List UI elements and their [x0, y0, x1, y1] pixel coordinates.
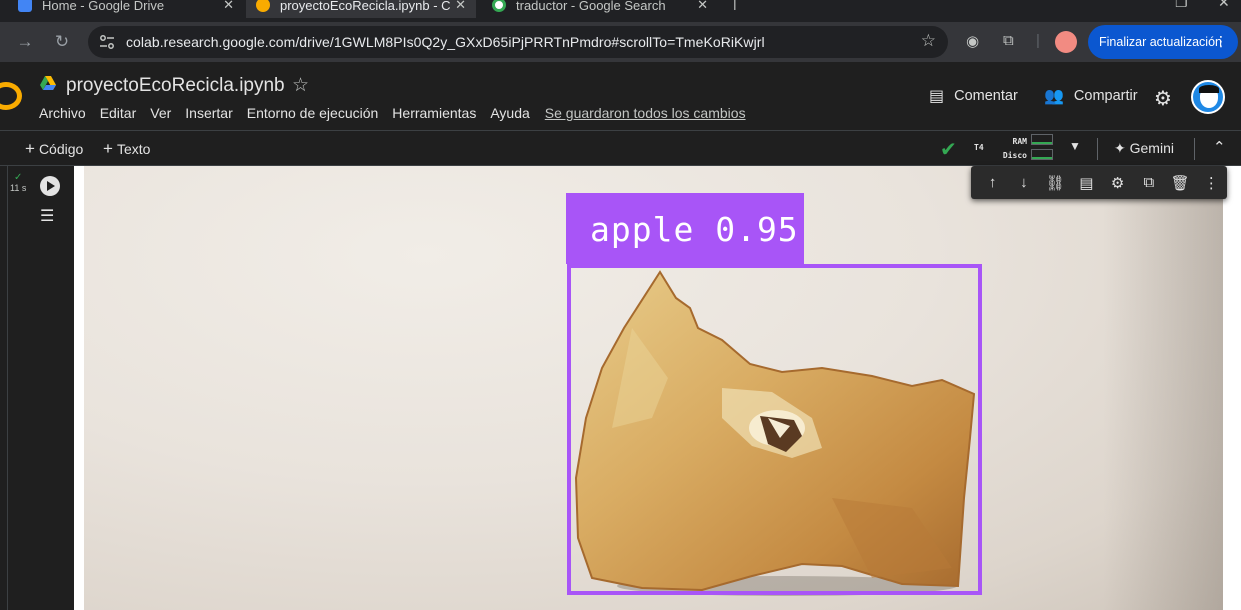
tab-google-drive[interactable]: Home - Google Drive ✕	[8, 0, 244, 18]
runtime-type[interactable]: T4	[974, 143, 984, 152]
tab-colab[interactable]: proyectoEcoRecicla.ipynb - Colab ✕	[246, 0, 476, 18]
ram-label: RAM	[1012, 137, 1027, 146]
add-text-button[interactable]: + Texto	[103, 139, 150, 159]
colab-favicon-icon	[256, 0, 270, 12]
browser-tab-strip: Home - Google Drive ✕ proyectoEcoRecicla…	[0, 0, 1241, 22]
google-favicon-icon	[492, 0, 506, 12]
bookmark-star-icon[interactable]: ☆	[921, 31, 936, 51]
notebook-title[interactable]: proyectoEcoRecicla.ipynb	[66, 75, 285, 97]
delete-cell-icon[interactable]: 🗑	[1165, 166, 1196, 199]
profile-avatar[interactable]	[1055, 31, 1077, 53]
close-tab-icon[interactable]: ✕	[455, 0, 466, 13]
browser-toolbar: → ↻ colab.research.google.com/drive/1GWL…	[0, 22, 1241, 62]
detection-label: apple 0.95	[590, 210, 799, 249]
forward-icon[interactable]: →	[14, 31, 36, 53]
left-gutter	[0, 166, 8, 610]
cell-status: ✓ 11 s	[10, 172, 27, 194]
menu-ayuda[interactable]: Ayuda	[490, 105, 529, 121]
move-cell-up-icon[interactable]: ↑	[977, 166, 1008, 199]
plus-icon: +	[25, 139, 35, 158]
run-cell-button[interactable]	[40, 176, 60, 196]
extensions-puzzle-icon[interactable]: ⧉	[1003, 32, 1014, 49]
cell-gutter	[8, 166, 74, 610]
settings-gear-icon[interactable]: ⚙	[1154, 86, 1172, 111]
gemini-button[interactable]: ✦ Gemini	[1114, 140, 1174, 157]
toolbar-divider	[1097, 138, 1098, 160]
add-code-button[interactable]: + Código	[25, 139, 83, 159]
add-comment-icon[interactable]: ▤	[1071, 166, 1102, 199]
notebook-toolbar: + Código + Texto ✔ T4 RAM Disco ▼ ✦ Gemi…	[0, 130, 1241, 166]
saved-status-link[interactable]: Se guardaron todos los cambios	[545, 105, 746, 121]
cell-success-icon: ✓	[13, 172, 23, 183]
resource-labels[interactable]: RAM Disco	[996, 135, 1027, 163]
photo-shadow	[1103, 166, 1223, 610]
add-code-label: Código	[38, 141, 84, 157]
avatar-hat	[1199, 85, 1219, 93]
site-settings-icon[interactable]	[96, 31, 118, 53]
share-button[interactable]: 👥 Compartir	[1044, 86, 1138, 106]
detection-bounding-box	[567, 264, 982, 595]
new-tab-icon[interactable]: |	[733, 0, 737, 10]
cell-settings-gear-icon[interactable]: ⚙	[1102, 166, 1133, 199]
ram-fill	[1032, 142, 1052, 144]
runtime-dropdown-icon[interactable]: ▼	[1069, 139, 1081, 153]
update-button-label: Finalizar actualización	[1099, 35, 1222, 49]
toolbar-divider	[1194, 138, 1195, 160]
url-text: colab.research.google.com/drive/1GWLM8PI…	[126, 34, 765, 50]
tab-google-search[interactable]: traductor - Google Search ✕	[482, 0, 718, 18]
extension-icon[interactable]: ◉	[966, 32, 979, 50]
ram-usage-bar	[1031, 134, 1053, 145]
comment-icon: ▤	[929, 88, 945, 105]
star-notebook-icon[interactable]: ☆	[292, 74, 309, 97]
maximize-icon[interactable]: ❐	[1175, 0, 1188, 11]
gemini-label: Gemini	[1129, 140, 1174, 156]
cell-toolbar: ↑ ↓ ⛓ ▤ ⚙ ⧉ 🗑 ⋮	[971, 166, 1227, 199]
tab-title: traductor - Google Search	[516, 0, 666, 13]
link-to-cell-icon[interactable]: ⛓	[1040, 166, 1071, 199]
disk-usage-bar	[1031, 149, 1053, 160]
add-text-label: Texto	[116, 141, 151, 157]
disk-fill	[1032, 157, 1052, 159]
people-icon: 👥	[1044, 88, 1064, 105]
reload-icon[interactable]: ↻	[51, 31, 73, 53]
colab-header: proyectoEcoRecicla.ipynb ☆ Archivo Edita…	[0, 62, 1241, 130]
menu-ver[interactable]: Ver	[150, 105, 171, 121]
mirror-cell-icon[interactable]: ⧉	[1133, 166, 1164, 199]
menu-bar: Archivo Editar Ver Insertar Entorno de e…	[39, 105, 760, 121]
menu-insertar[interactable]: Insertar	[185, 105, 232, 121]
collapse-header-icon[interactable]: ⌃	[1213, 138, 1226, 156]
toolbar-divider: |	[1036, 32, 1040, 49]
close-tab-icon[interactable]: ✕	[697, 0, 708, 13]
tab-title: Home - Google Drive	[42, 0, 165, 13]
menu-editar[interactable]: Editar	[100, 105, 137, 121]
tab-title: proyectoEcoRecicla.ipynb - Colab	[280, 0, 450, 13]
finish-update-button[interactable]: Finalizar actualización ⋮	[1088, 25, 1238, 59]
share-label: Compartir	[1073, 88, 1138, 104]
colab-logo[interactable]	[0, 82, 22, 110]
more-options-icon[interactable]: ⋮	[1196, 166, 1227, 199]
cell-exec-time: 11 s	[10, 183, 27, 193]
comment-button[interactable]: ▤ Comentar	[929, 86, 1018, 106]
drive-favicon-icon	[18, 0, 32, 12]
output-actions-icon[interactable]: ☰	[40, 206, 54, 226]
google-drive-icon[interactable]	[40, 76, 56, 90]
close-window-icon[interactable]: ✕	[1218, 0, 1230, 11]
connected-check-icon: ✔	[940, 139, 957, 161]
plus-icon: +	[103, 139, 113, 158]
address-bar[interactable]: colab.research.google.com/drive/1GWLM8PI…	[88, 26, 948, 58]
comment-label: Comentar	[954, 88, 1018, 104]
close-tab-icon[interactable]: ✕	[223, 0, 234, 13]
menu-entorno[interactable]: Entorno de ejecución	[247, 105, 379, 121]
menu-archivo[interactable]: Archivo	[39, 105, 86, 121]
menu-herramientas[interactable]: Herramientas	[392, 105, 476, 121]
user-avatar[interactable]	[1191, 80, 1225, 114]
move-cell-down-icon[interactable]: ↓	[1008, 166, 1039, 199]
more-menu-icon[interactable]: ⋮	[1214, 33, 1228, 50]
disk-label: Disco	[1002, 151, 1027, 160]
